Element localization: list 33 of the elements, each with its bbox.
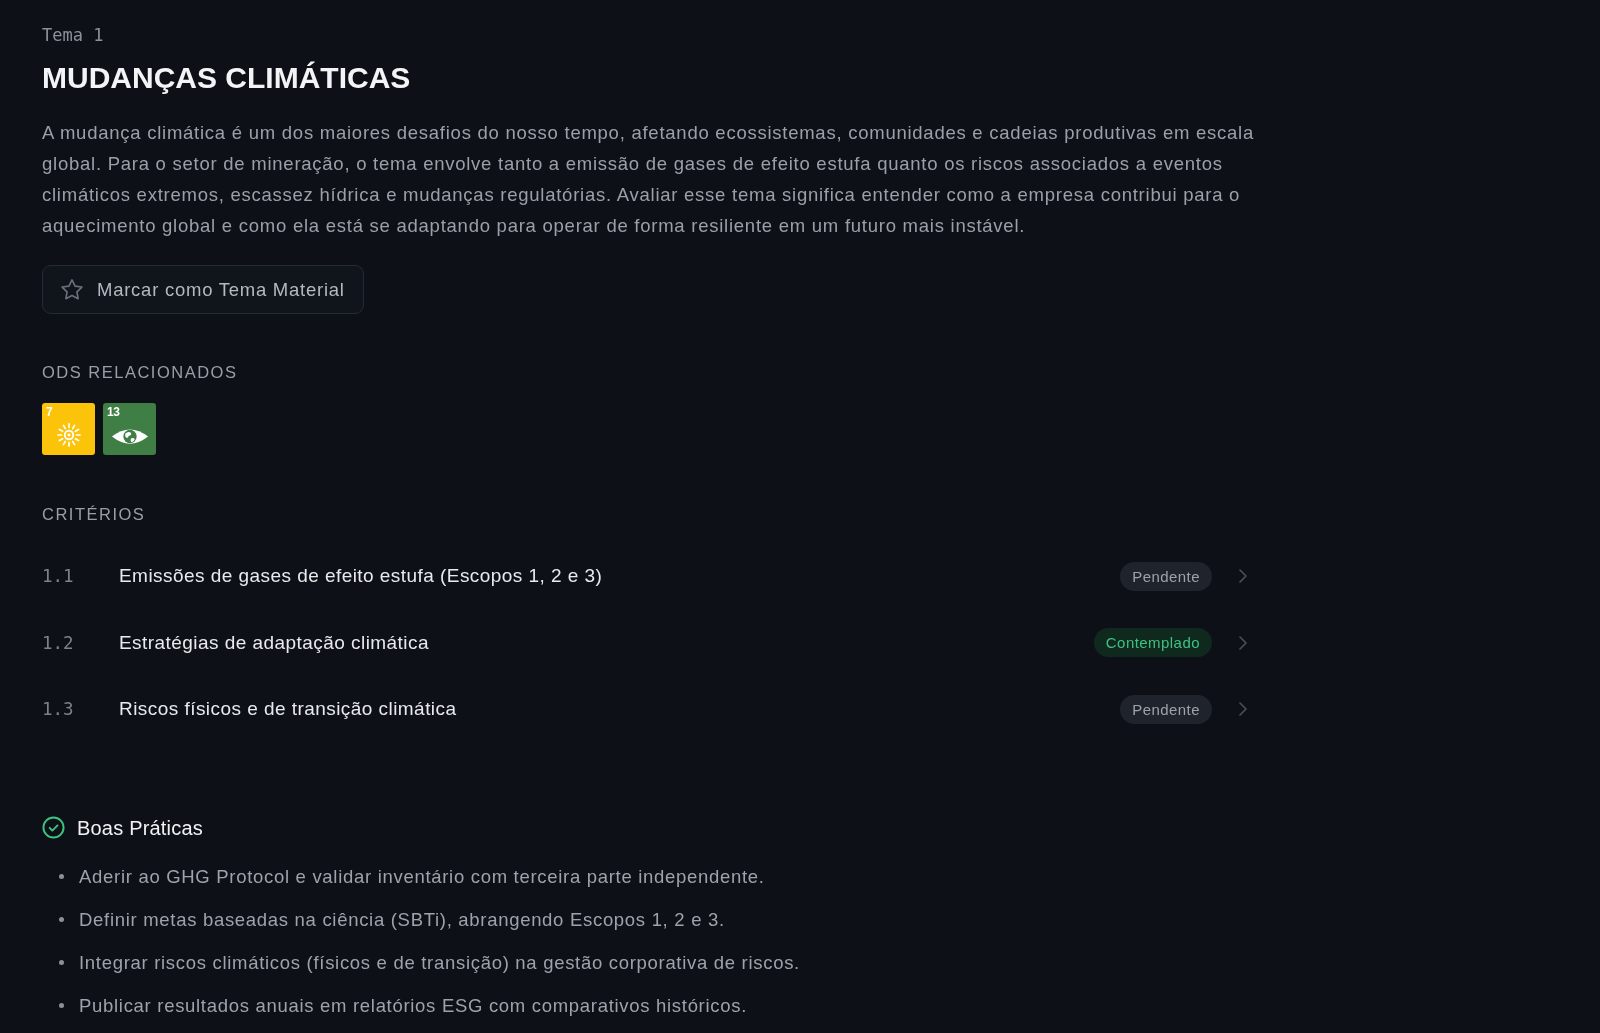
status-badge: Pendente bbox=[1120, 561, 1212, 591]
check-circle-icon bbox=[42, 816, 65, 839]
chevron-right-icon[interactable] bbox=[1239, 702, 1247, 717]
bullet-icon bbox=[59, 1003, 64, 1008]
bullet-icon bbox=[59, 960, 64, 965]
criterion-title[interactable]: Emissões de gases de efeito estufa (Escopos 1, 2 e 3) bbox=[119, 565, 1121, 588]
criterion-number: 1.3 bbox=[42, 699, 75, 720]
criterion-number: 1.1 bbox=[42, 566, 75, 587]
status-badge: Contemplado bbox=[1093, 628, 1212, 658]
chevron-right-icon[interactable] bbox=[1239, 635, 1247, 650]
criteria-heading: CRITÉRIOS bbox=[42, 504, 147, 524]
bullet-icon bbox=[59, 874, 64, 879]
practice-text: Publicar resultados anuais em relatórios ESG com comparativos históricos. bbox=[79, 993, 748, 1018]
topic-title: MUDANÇAS CLIMÁTICAS bbox=[42, 60, 412, 96]
sdg-number: 13 bbox=[107, 406, 120, 418]
status-badge: Pendente bbox=[1120, 694, 1212, 724]
eye-globe-icon bbox=[111, 427, 149, 446]
star-icon bbox=[61, 279, 83, 300]
good-practices-title: Boas Práticas bbox=[77, 815, 203, 840]
chevron-right-icon[interactable] bbox=[1239, 569, 1247, 584]
criterion-number: 1.2 bbox=[42, 632, 75, 653]
sun-icon bbox=[57, 422, 81, 447]
topic-number: Tema 1 bbox=[42, 24, 105, 46]
criterion-title[interactable]: Riscos físicos e de transição climática bbox=[119, 698, 1121, 721]
practice-text: Integrar riscos climáticos (físicos e de transição) na gestão corporativa de riscos. bbox=[79, 950, 800, 975]
criterion-title[interactable]: Estratégias de adaptação climática bbox=[119, 631, 1094, 654]
mark-material-button[interactable]: Marcar como Tema Material bbox=[42, 265, 364, 314]
bullet-icon bbox=[59, 917, 64, 922]
topic-description: A mudança climática é um dos maiores desafios do nosso tempo, afetando ecossistemas, comunidades e cadeias produtivas em escala global. Para o setor de mineração, o tema envolve tanto a emissão de gases de efeito estufa quanto os riscos associados a eventos climáticos extremos, escassez hídrica e mudanças regulatórias. Avaliar esse tema significa entender como a empresa contribui para o aquecimento global e como ela está se adaptando para operar de forma resiliente em um futuro mais instável. bbox=[42, 121, 1256, 238]
practice-text: Definir metas baseadas na ciência (SBTi), abrangendo Escopos 1, 2 e 3. bbox=[79, 907, 725, 932]
practice-text: Aderir ao GHG Protocol e validar inventário com terceira parte independente. bbox=[79, 864, 765, 889]
ods-heading: ODS RELACIONADOS bbox=[42, 362, 239, 382]
sdg-number: 7 bbox=[46, 406, 53, 418]
